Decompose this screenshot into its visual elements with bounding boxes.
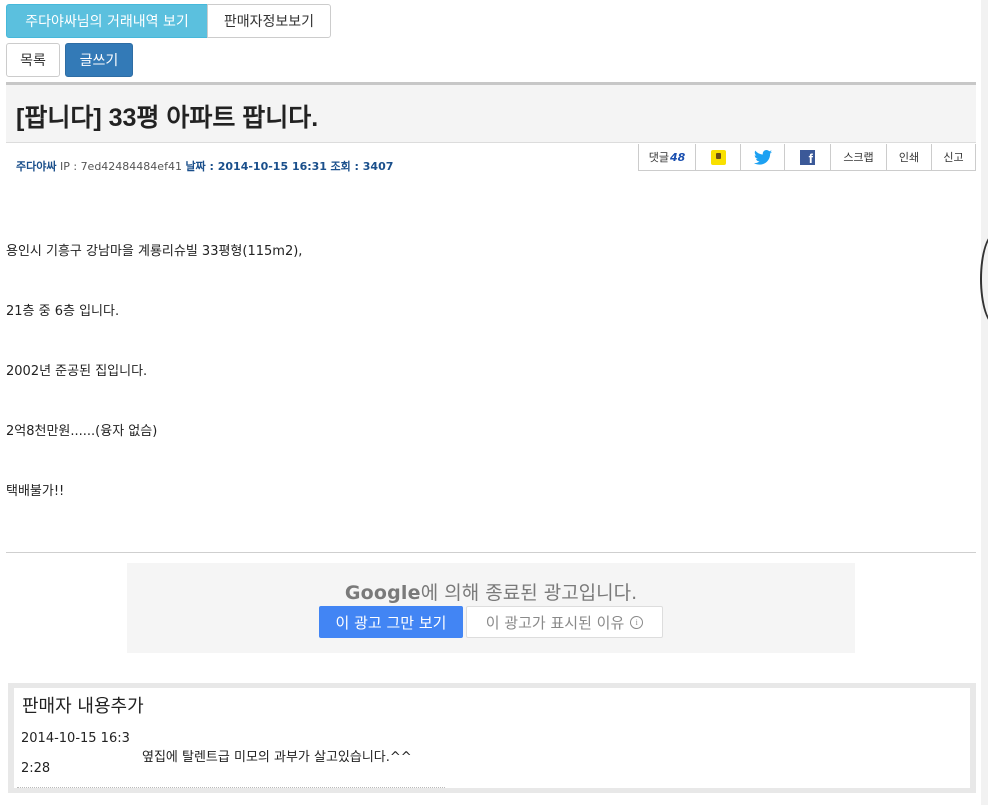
seller-addition-date: 2014-10-15 16:3 <box>21 731 130 746</box>
post-body-line: 용인시 기흥구 강남마을 계룡리슈빌 33평형(115m2), <box>6 244 303 259</box>
post-meta: 주다야싸 IP : 7ed42484484ef41 날짜 : 2014-10-1… <box>16 158 393 174</box>
ad-closed-text: 에 의해 종료된 광고입니다. <box>420 582 638 604</box>
post-body-line: 21층 중 6층 입니다. <box>6 304 120 319</box>
ip-label: IP : <box>59 160 81 173</box>
twitter-share-button[interactable] <box>740 144 785 171</box>
kakaostory-share-button[interactable] <box>695 144 741 171</box>
stop-ad-button[interactable]: 이 광고 그만 보기 <box>319 606 463 638</box>
comments-label: 댓글 <box>648 151 669 164</box>
comments-count: 48 <box>669 150 686 164</box>
date-label: 날짜 : <box>185 160 218 173</box>
seller-addition-message: 옆집에 탈렌트급 미모의 과부가 살고있습니다.^^ <box>142 750 412 765</box>
ip-value: 7ed42484484ef41 <box>80 160 182 173</box>
google-logo: Google <box>344 582 421 604</box>
author-name[interactable]: 주다야싸 <box>16 160 56 173</box>
post-body-line: 택배불가!! <box>6 484 65 499</box>
content-divider <box>6 552 976 553</box>
post-body-line: 2억8천만원......(융자 없슴) <box>6 424 158 439</box>
twitter-icon <box>753 149 772 165</box>
print-button[interactable]: 인쇄 <box>886 144 932 171</box>
seller-addition-inner <box>14 688 970 788</box>
report-button[interactable]: 신고 <box>931 144 976 171</box>
facebook-share-button[interactable]: f <box>784 144 831 171</box>
comments-button[interactable]: 댓글 48 <box>638 144 696 171</box>
views-value: 3407 <box>362 160 394 173</box>
page-scroll-strip <box>981 0 988 805</box>
kakaostory-icon <box>710 149 726 165</box>
seller-addition-date-cont: 2:28 <box>21 761 51 776</box>
facebook-icon: f <box>800 149 815 165</box>
list-button[interactable]: 목록 <box>6 43 60 77</box>
seller-addition-title: 판매자 내용추가 <box>22 696 144 717</box>
write-button[interactable]: 글쓰기 <box>65 43 133 77</box>
why-ad-label: 이 광고가 표시된 이유 <box>485 613 625 632</box>
ad-closed-message: Google에 의해 종료된 광고입니다. <box>127 578 855 605</box>
post-title: [팝니다] 33평 아파트 팝니다. <box>16 104 319 132</box>
info-icon: i <box>630 615 644 629</box>
trade-history-button[interactable]: 주다야싸님의 거래내역 보기 <box>6 4 208 38</box>
seller-info-button[interactable]: 판매자정보보기 <box>207 4 331 38</box>
date-value: 2014-10-15 16:31 <box>217 160 327 173</box>
why-ad-button[interactable]: 이 광고가 표시된 이유 i <box>466 606 663 638</box>
seller-addition-divider <box>17 787 445 788</box>
views-label: 조회 : <box>330 160 363 173</box>
post-body-line: 2002년 준공된 집입니다. <box>6 364 148 379</box>
scrap-button[interactable]: 스크랩 <box>830 144 887 171</box>
